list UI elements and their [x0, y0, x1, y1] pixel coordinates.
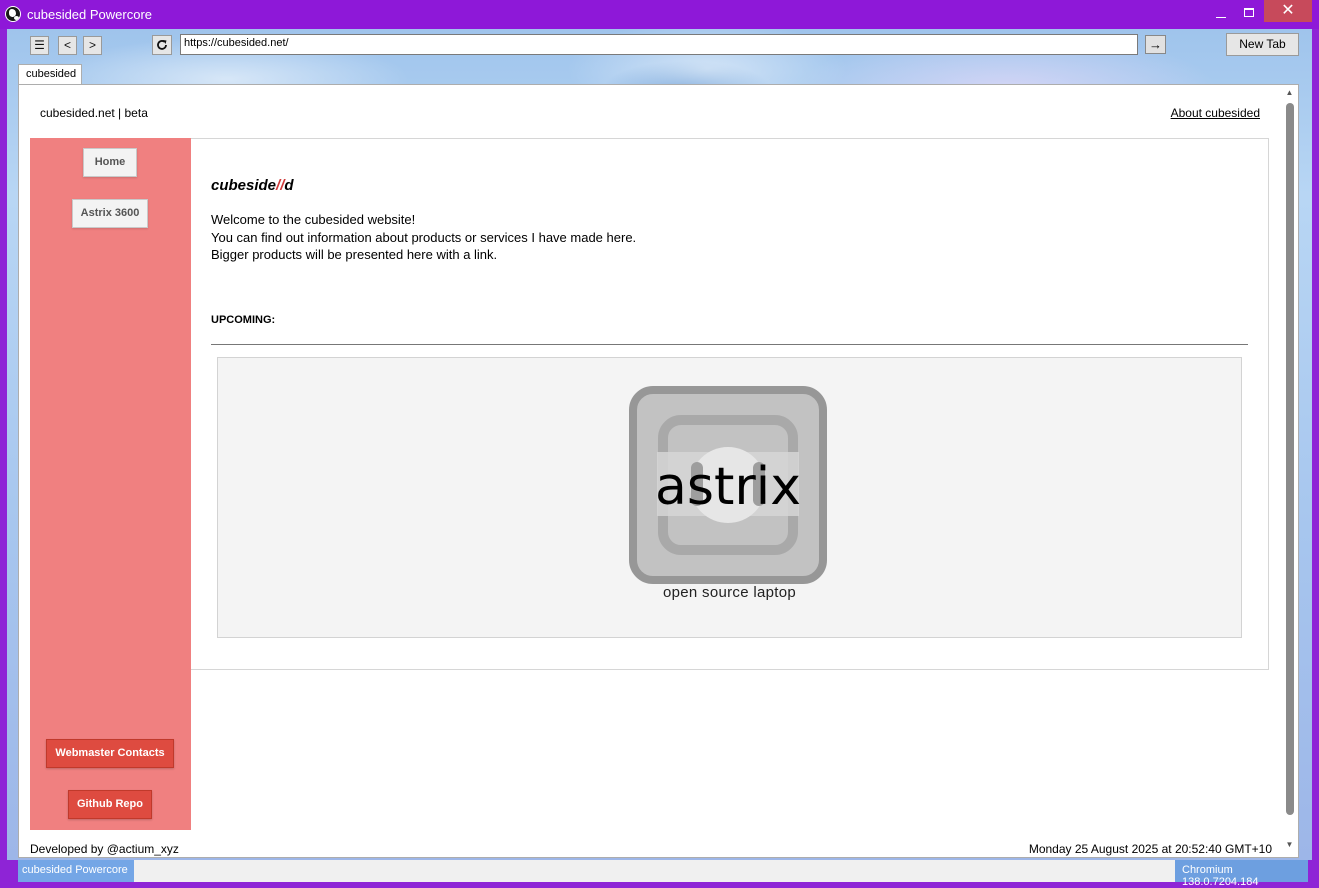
about-link[interactable]: About cubesided: [1171, 106, 1260, 120]
logo-text-end: d: [284, 177, 294, 194]
status-engine-version: Chromium 138.0.7204.184: [1175, 860, 1308, 888]
web-view: cubesided.net | beta About cubesided Hom…: [18, 84, 1299, 858]
scroll-up-arrow-icon[interactable]: ▲: [1281, 88, 1298, 102]
address-bar-input[interactable]: https://cubesided.net/: [180, 34, 1138, 55]
astrix-logo-word: astrix: [655, 457, 801, 517]
intro-line: You can find out information about produ…: [211, 229, 637, 245]
scroll-thumb[interactable]: [1286, 103, 1294, 815]
hamburger-icon: ☰: [34, 38, 45, 52]
arrow-right-icon: →: [1149, 37, 1162, 52]
main-content: cubeside//d Welcome to the cubesided web…: [191, 138, 1269, 670]
datetime-display: Monday 25 August 2025 at 20:52:40 GMT+10: [1028, 842, 1272, 856]
maximize-icon: [1244, 7, 1254, 17]
minimize-button[interactable]: [1206, 0, 1236, 22]
forward-button[interactable]: >: [83, 36, 102, 55]
webmaster-contacts-button[interactable]: Webmaster Contacts: [46, 739, 174, 768]
back-arrow-icon: <: [63, 38, 71, 52]
vertical-scrollbar[interactable]: ▲ ▼: [1281, 85, 1298, 857]
product-caption: open source laptop: [663, 584, 796, 601]
upcoming-heading: UPCOMING:: [211, 314, 276, 326]
status-bar: cubesided Powercore Chromium 138.0.7204.…: [18, 860, 1308, 888]
tab-cubesided[interactable]: cubesided: [18, 64, 82, 85]
new-tab-button[interactable]: New Tab: [1226, 33, 1299, 56]
go-button[interactable]: →: [1145, 35, 1166, 54]
close-button[interactable]: ✕: [1264, 0, 1312, 22]
site-logo: cubeside//d: [211, 177, 294, 194]
logo-text-start: cubeside: [211, 177, 277, 194]
status-app-name: cubesided Powercore: [18, 860, 134, 882]
window-title-bar: cubesided Powercore ✕: [0, 0, 1319, 29]
astrix-logo-image[interactable]: astrix: [629, 386, 827, 584]
astrix-logo-icon: astrix: [629, 386, 827, 584]
maximize-button[interactable]: [1234, 0, 1264, 22]
globe-icon: [5, 6, 21, 22]
minimize-icon: [1216, 16, 1226, 18]
reload-button[interactable]: [152, 35, 172, 55]
menu-button[interactable]: ☰: [30, 36, 49, 55]
astrix-3600-button[interactable]: Astrix 3600: [72, 199, 148, 228]
window-title: cubesided Powercore: [27, 7, 153, 22]
product-card[interactable]: astrix open source laptop: [217, 357, 1242, 638]
github-repo-button[interactable]: Github Repo: [68, 790, 152, 819]
intro-text: Welcome to the cubesided website! You ca…: [211, 211, 636, 264]
site-sidebar: Home Astrix 3600 Webmaster Contacts Gith…: [30, 138, 191, 830]
close-icon: ✕: [1281, 2, 1295, 19]
forward-arrow-icon: >: [88, 38, 96, 52]
intro-line: Bigger products will be presented here w…: [211, 247, 498, 262]
scroll-down-arrow-icon[interactable]: ▼: [1281, 840, 1298, 854]
back-button[interactable]: <: [58, 36, 77, 55]
site-brand: cubesided.net | beta: [40, 106, 148, 120]
home-button[interactable]: Home: [83, 148, 137, 177]
developer-credit: Developed by @actium_xyz: [30, 842, 179, 856]
section-divider: [211, 344, 1248, 345]
intro-line: Welcome to the cubesided website!: [211, 212, 416, 227]
reload-icon: [157, 40, 167, 50]
